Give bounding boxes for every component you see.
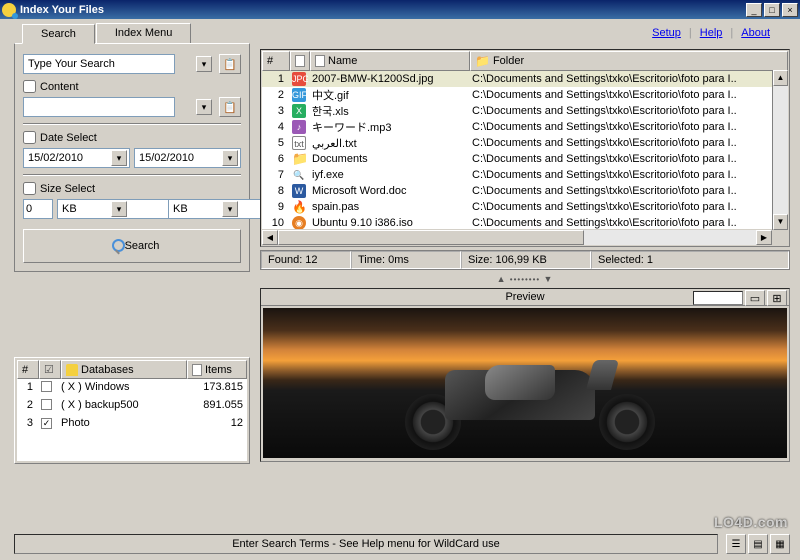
- horizontal-scrollbar[interactable]: ◀ ▶: [262, 230, 772, 245]
- file-col-folder[interactable]: 📁Folder: [470, 51, 788, 71]
- minimize-button[interactable]: _: [746, 3, 762, 17]
- preview-panel: Preview ▭ ⊞: [260, 288, 790, 462]
- search-input[interactable]: [23, 54, 175, 74]
- tab-index-menu[interactable]: Index Menu: [96, 23, 191, 43]
- vertical-scrollbar[interactable]: ▲ ▼: [772, 70, 788, 230]
- doc-icon: W: [292, 184, 306, 198]
- file-icon: [315, 55, 325, 67]
- scroll-left-button[interactable]: ◀: [262, 230, 278, 245]
- search-icon: [105, 239, 119, 253]
- file-row[interactable]: 6📁DocumentsC:\Documents and Settings\txk…: [262, 151, 788, 167]
- database-icon: [66, 364, 78, 376]
- window-title: Index Your Files: [20, 4, 746, 16]
- db-col-items[interactable]: Items: [187, 360, 247, 379]
- status-message: Enter Search Terms - See Help menu for W…: [14, 534, 718, 554]
- status-found: Found: 12: [261, 251, 351, 269]
- content-options-button[interactable]: 📋: [219, 97, 241, 117]
- page-icon: [192, 364, 202, 376]
- top-links: Setup| Help| About: [652, 27, 770, 39]
- file-row[interactable]: 3X한국.xlsC:\Documents and Settings\txko\E…: [262, 103, 788, 119]
- tab-bar: Search Index Menu: [22, 23, 192, 43]
- status-bar: Found: 12 Time: 0ms Size: 106,99 KB Sele…: [260, 250, 790, 270]
- search-options-button[interactable]: 📋: [219, 54, 241, 74]
- search-button[interactable]: Search: [23, 229, 241, 263]
- date-to-input[interactable]: [134, 148, 241, 168]
- scroll-down-button[interactable]: ▼: [773, 214, 788, 230]
- preview-fit-button[interactable]: ▭: [745, 290, 765, 306]
- close-button[interactable]: ×: [782, 3, 798, 17]
- date-select-checkbox[interactable]: [23, 131, 36, 144]
- db-col-databases[interactable]: Databases: [61, 360, 187, 379]
- status-selected: Selected: 1: [591, 251, 789, 269]
- database-row[interactable]: 3✓Photo12: [17, 415, 247, 431]
- bottom-bar: Enter Search Terms - See Help menu for W…: [14, 534, 790, 554]
- pas-icon: 🔥: [292, 200, 306, 214]
- content-checkbox[interactable]: [23, 80, 36, 93]
- file-row[interactable]: 10◉Ubuntu 9.10 i386.isoC:\Documents and …: [262, 215, 788, 229]
- status-size: Size: 106,99 KB: [461, 251, 591, 269]
- file-row[interactable]: 7🔍iyf.exeC:\Documents and Settings\txko\…: [262, 167, 788, 183]
- txt-icon: txt: [292, 136, 306, 150]
- content-label: Content: [40, 81, 79, 93]
- fld-icon: 📁: [292, 152, 306, 166]
- file-list: # Name 📁Folder 1JPG2007-BMW-K1200Sd.jpgC…: [260, 49, 790, 247]
- file-row[interactable]: 2GIF中文.gifC:\Documents and Settings\txko…: [262, 87, 788, 103]
- tab-search[interactable]: Search: [22, 24, 95, 44]
- db-col-num[interactable]: #: [17, 360, 39, 379]
- app-icon: [2, 3, 16, 17]
- db-checkbox[interactable]: [41, 381, 52, 392]
- xls-icon: X: [292, 104, 306, 118]
- view-detail-button[interactable]: ▤: [748, 534, 768, 554]
- file-col-type-icon[interactable]: [290, 51, 310, 71]
- watermark: LO4D.com: [714, 514, 788, 530]
- size-from-input[interactable]: [23, 199, 53, 219]
- file-row[interactable]: 4♪キーワード.mp3C:\Documents and Settings\txk…: [262, 119, 788, 135]
- titlebar: Index Your Files _ □ ×: [0, 0, 800, 19]
- file-row[interactable]: 5txtالعربي.txtC:\Documents and Settings\…: [262, 135, 788, 151]
- file-col-name[interactable]: Name: [310, 51, 470, 71]
- maximize-button[interactable]: □: [764, 3, 780, 17]
- status-time: Time: 0ms: [351, 251, 461, 269]
- link-help[interactable]: Help: [700, 27, 723, 39]
- file-row[interactable]: 9🔥spain.pasC:\Documents and Settings\txk…: [262, 199, 788, 215]
- iso-icon: ◉: [292, 216, 306, 229]
- link-about[interactable]: About: [741, 27, 770, 39]
- link-setup[interactable]: Setup: [652, 27, 681, 39]
- preview-expand-button[interactable]: ⊞: [767, 290, 787, 306]
- view-list-button[interactable]: ☰: [726, 534, 746, 554]
- search-panel: 📋 Content 📋 Date Select Size: [14, 43, 250, 272]
- splitter[interactable]: ▲ •••••••• ▼: [260, 274, 790, 284]
- db-col-check[interactable]: ☑: [39, 360, 61, 379]
- size-select-checkbox[interactable]: [23, 182, 36, 195]
- date-from-input[interactable]: [23, 148, 130, 168]
- db-checkbox[interactable]: ✓: [41, 418, 52, 429]
- file-row[interactable]: 8WMicrosoft Word.docC:\Documents and Set…: [262, 183, 788, 199]
- preview-title: Preview: [505, 291, 544, 303]
- size-select-label: Size Select: [40, 183, 95, 195]
- exe-icon: 🔍: [292, 168, 306, 182]
- scroll-right-button[interactable]: ▶: [756, 230, 772, 245]
- date-select-label: Date Select: [40, 132, 97, 144]
- content-input[interactable]: [23, 97, 175, 117]
- database-row[interactable]: 1( X ) Windows173.815: [17, 379, 247, 397]
- database-list: # ☑ Databases Items 1( X ) Windows173.81…: [14, 357, 250, 464]
- file-col-num[interactable]: #: [262, 51, 290, 71]
- gif-icon: GIF: [292, 88, 306, 102]
- view-grid-button[interactable]: ▦: [770, 534, 790, 554]
- preview-zoom-slider[interactable]: [693, 291, 743, 305]
- database-row[interactable]: 2( X ) backup500891.055: [17, 397, 247, 415]
- jpg-icon: JPG: [292, 72, 306, 86]
- scroll-up-button[interactable]: ▲: [773, 70, 788, 86]
- mp3-icon: ♪: [292, 120, 306, 134]
- folder-icon: 📁: [475, 54, 490, 68]
- file-row[interactable]: 1JPG2007-BMW-K1200Sd.jpgC:\Documents and…: [262, 71, 788, 87]
- preview-image: [263, 308, 787, 458]
- db-checkbox[interactable]: [41, 399, 52, 410]
